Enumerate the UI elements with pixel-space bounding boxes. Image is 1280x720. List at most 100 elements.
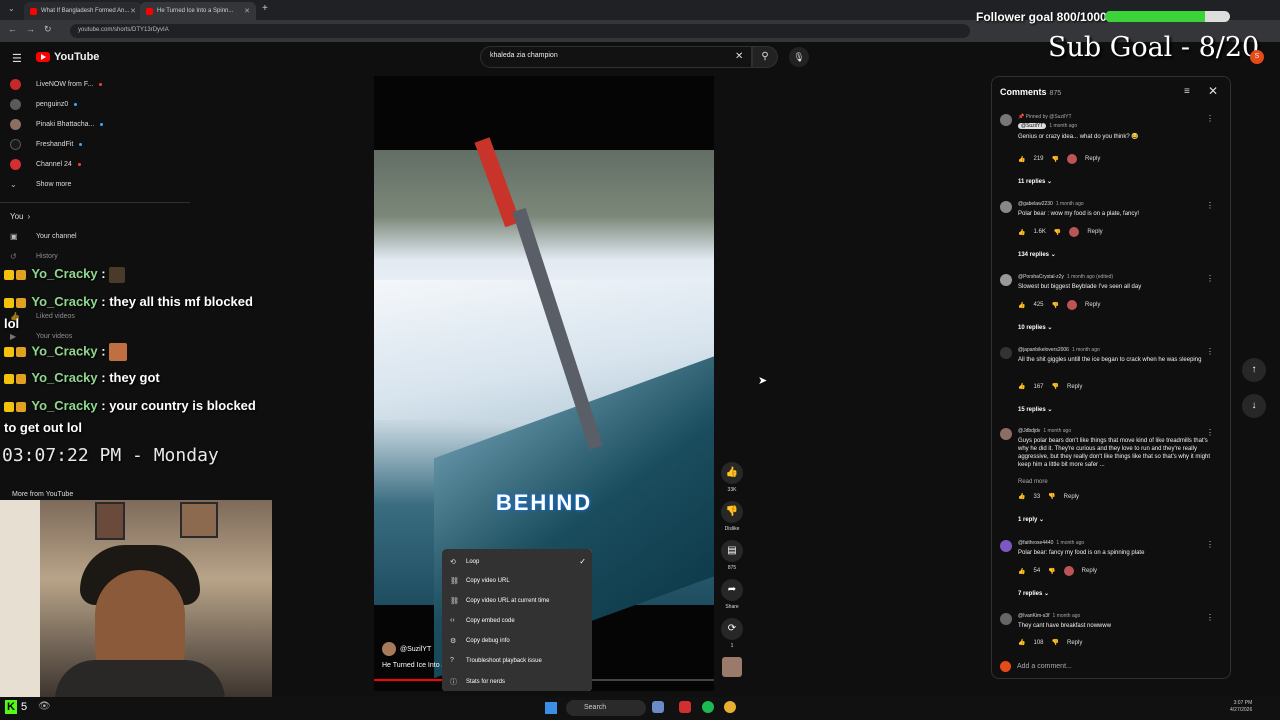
commenter-avatar[interactable]: [1000, 428, 1012, 440]
sidebar-item-liked-videos[interactable]: 👍 Liked videos: [10, 312, 75, 321]
video-channel[interactable]: @SuzilYT: [382, 642, 431, 656]
menu-item-loop[interactable]: ⟲ Loop ✓: [450, 557, 586, 566]
windows-start-icon[interactable]: [545, 702, 557, 714]
replies-toggle[interactable]: 11 replies ⌄: [1018, 178, 1052, 185]
previous-short-button[interactable]: ↑: [1242, 358, 1266, 382]
comment-author[interactable]: @gabelaw2230: [1018, 201, 1053, 207]
comment-author[interactable]: @IvanKim-s3f: [1018, 613, 1049, 619]
search-input[interactable]: khaleda zia champion: [480, 46, 752, 68]
dislike-comment-icon[interactable]: 👎: [1052, 383, 1059, 390]
next-short-button[interactable]: ↓: [1242, 394, 1266, 418]
more-options-icon[interactable]: ⋮: [1206, 347, 1214, 356]
close-comments-icon[interactable]: ✕: [1208, 84, 1218, 98]
reply-button[interactable]: Reply: [1082, 568, 1097, 574]
menu-item-copy-url[interactable]: ⛓ Copy video URL: [450, 577, 586, 585]
reply-button[interactable]: Reply: [1064, 494, 1079, 500]
forward-arrow-icon[interactable]: →: [26, 24, 35, 34]
sidebar-item-your-videos[interactable]: ▶ Your videos: [10, 332, 72, 341]
creator-chip[interactable]: @SuzilYT: [1018, 123, 1047, 129]
sound-thumbnail[interactable]: [722, 657, 742, 677]
reply-button[interactable]: Reply: [1085, 302, 1100, 308]
reply-button[interactable]: Reply: [1087, 229, 1102, 235]
reply-button[interactable]: Reply: [1067, 384, 1082, 390]
dislike-comment-icon[interactable]: 👎: [1052, 639, 1059, 646]
replies-toggle[interactable]: 15 replies ⌄: [1018, 406, 1052, 413]
commenter-avatar[interactable]: [1000, 201, 1012, 213]
taskbar-app-icon[interactable]: [652, 701, 664, 713]
menu-item-debug-info[interactable]: ⚙ Copy debug info: [450, 637, 586, 645]
commenter-avatar[interactable]: [1000, 274, 1012, 286]
commenter-avatar[interactable]: [1000, 347, 1012, 359]
menu-item-troubleshoot[interactable]: ? Troubleshoot playback issue: [450, 657, 586, 664]
dislike-comment-icon[interactable]: 👎: [1048, 493, 1055, 500]
replies-toggle[interactable]: 134 replies ⌄: [1018, 251, 1056, 258]
commenter-avatar[interactable]: [1000, 540, 1012, 552]
back-arrow-icon[interactable]: ←: [8, 24, 17, 34]
share-button[interactable]: ➦ Share: [720, 579, 744, 610]
commenter-avatar[interactable]: [1000, 613, 1012, 625]
dislike-button[interactable]: 👎 Dislike: [720, 501, 744, 532]
like-comment-icon[interactable]: 👍: [1018, 383, 1025, 390]
replies-toggle[interactable]: 1 reply ⌄: [1018, 516, 1044, 523]
sidebar-subscription[interactable]: LiveNOW from F...: [10, 77, 180, 91]
commenter-avatar[interactable]: [1000, 114, 1012, 126]
search-button[interactable]: ⚲: [752, 46, 778, 68]
sidebar-subscription[interactable]: Pinaki Bhattacha...: [10, 117, 180, 131]
add-comment-field[interactable]: Add a comment...: [1000, 661, 1072, 672]
comment-author[interactable]: @japanbikelovers2006: [1018, 347, 1069, 353]
sidebar-item-history[interactable]: ↺ History: [10, 252, 58, 261]
like-comment-icon[interactable]: 👍: [1018, 156, 1025, 163]
sort-comments-icon[interactable]: ≡: [1184, 86, 1190, 97]
system-tray-clock[interactable]: 3:07 PM 4/27/2026: [1230, 700, 1252, 714]
comment-author[interactable]: @faithrose4440: [1018, 540, 1053, 546]
dislike-comment-icon[interactable]: 👎: [1052, 156, 1059, 163]
youtube-logo[interactable]: YouTube: [36, 51, 99, 63]
sidebar-show-more[interactable]: ⌄ Show more: [10, 180, 71, 189]
voice-search-button[interactable]: 🎙: [789, 47, 809, 67]
like-comment-icon[interactable]: 👍: [1018, 639, 1025, 646]
comment-author[interactable]: @Jdbdjdv: [1018, 428, 1040, 434]
like-comment-icon[interactable]: 👍: [1018, 568, 1025, 575]
comment-author[interactable]: @PorshaCrystal-z2y: [1018, 274, 1064, 280]
account-avatar[interactable]: S: [1250, 50, 1264, 64]
read-more-link[interactable]: Read more: [1018, 479, 1048, 485]
more-options-icon[interactable]: ⋮: [1206, 540, 1214, 549]
like-comment-icon[interactable]: 👍: [1018, 302, 1025, 309]
more-options-icon[interactable]: ⋮: [1206, 274, 1214, 283]
taskbar-app-icon[interactable]: [679, 701, 691, 713]
like-comment-icon[interactable]: 👍: [1018, 229, 1025, 236]
sidebar-you-heading[interactable]: You ›: [10, 212, 30, 221]
close-tab-icon[interactable]: ✕: [244, 7, 250, 15]
new-tab-button[interactable]: +: [262, 3, 268, 14]
address-bar[interactable]: youtube.com/shorts/DTY13rDyvIA: [70, 24, 970, 38]
close-tab-icon[interactable]: ✕: [130, 7, 136, 15]
browser-tab-active[interactable]: He Turned Ice Into a Spinn... ✕: [140, 2, 256, 20]
sidebar-subscription[interactable]: Channel 24: [10, 157, 180, 171]
more-options-icon[interactable]: ⋮: [1206, 201, 1214, 210]
like-button[interactable]: 👍 33K: [720, 462, 744, 493]
menu-item-copy-url-time[interactable]: ⛓ Copy video URL at current time: [450, 597, 586, 605]
reply-button[interactable]: Reply: [1067, 640, 1082, 646]
dislike-comment-icon[interactable]: 👎: [1054, 229, 1061, 236]
browser-tab[interactable]: What If Bangladesh Formed An... ✕: [24, 2, 142, 20]
tab-search-icon[interactable]: ⌄: [8, 4, 15, 13]
spotify-icon[interactable]: [702, 701, 714, 713]
more-options-icon[interactable]: ⋮: [1206, 114, 1214, 123]
more-options-icon[interactable]: ⋮: [1206, 613, 1214, 622]
reload-icon[interactable]: ↻: [44, 24, 52, 35]
menu-item-stats[interactable]: ⓘ Stats for nerds: [450, 677, 586, 687]
dislike-comment-icon[interactable]: 👎: [1052, 302, 1059, 309]
remix-button[interactable]: ⟳ 1: [720, 618, 744, 649]
clear-search-icon[interactable]: ✕: [735, 51, 743, 62]
menu-item-copy-embed[interactable]: ‹› Copy embed code: [450, 617, 586, 624]
sidebar-subscription[interactable]: penguinz0: [10, 97, 180, 111]
sidebar-item-your-channel[interactable]: ▣ Your channel: [10, 232, 77, 241]
like-comment-icon[interactable]: 👍: [1018, 493, 1025, 500]
video-title[interactable]: He Turned Ice Into a: [382, 662, 445, 669]
reply-button[interactable]: Reply: [1085, 156, 1100, 162]
replies-toggle[interactable]: 7 replies ⌄: [1018, 590, 1049, 597]
taskbar-search[interactable]: Search: [566, 700, 646, 716]
sidebar-subscription[interactable]: FreshandFit: [10, 137, 180, 151]
more-options-icon[interactable]: ⋮: [1206, 428, 1214, 437]
chrome-icon[interactable]: [724, 701, 736, 713]
